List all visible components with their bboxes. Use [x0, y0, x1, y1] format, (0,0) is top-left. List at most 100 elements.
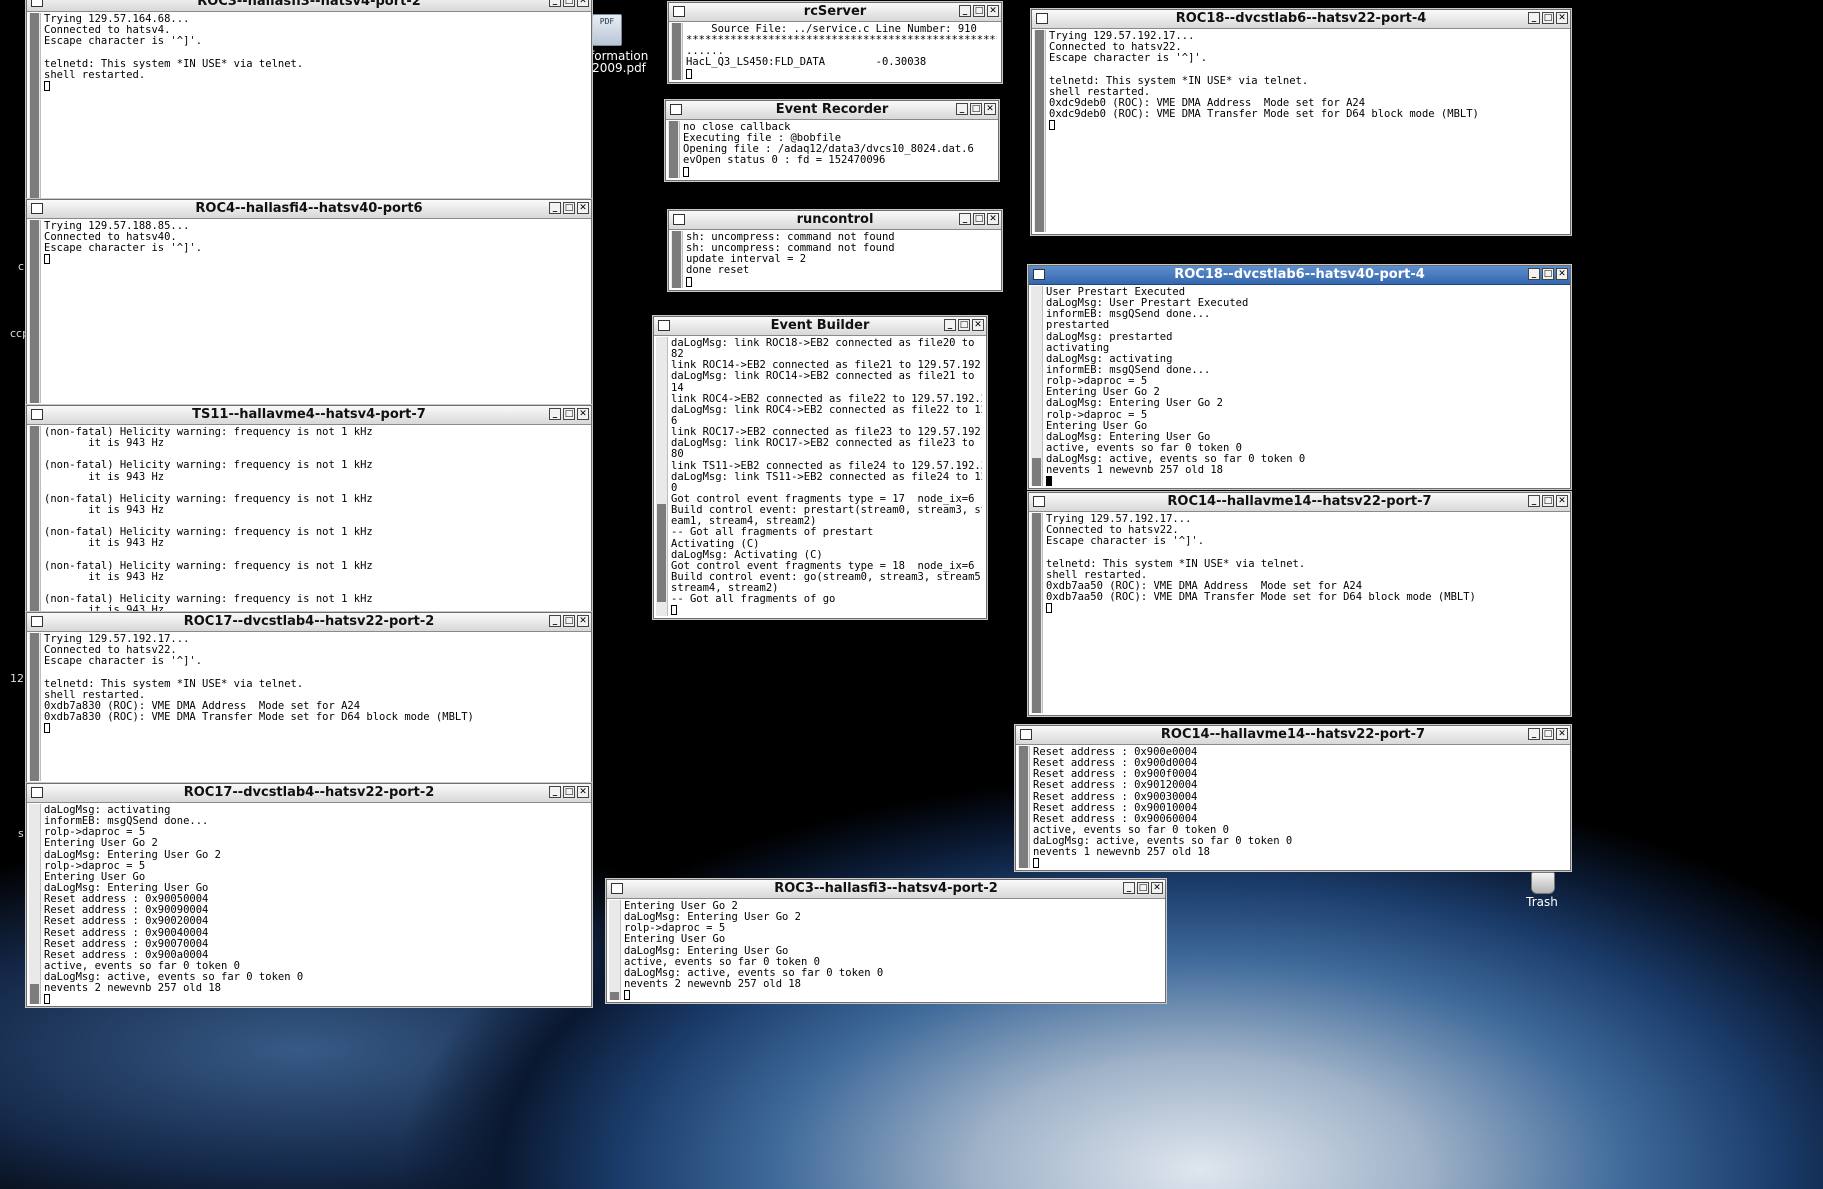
close-icon[interactable]: ✕ — [1151, 882, 1163, 894]
scrollbar-thumb[interactable] — [1035, 30, 1044, 232]
window-titlebar[interactable]: ROC18--dvcstlab6--hatsv40-port-4 _ □ ✕ — [1029, 266, 1570, 285]
maximize-icon[interactable]: □ — [958, 319, 970, 331]
window-titlebar[interactable]: TS11--hallavme4--hatsv4-port-7 _ □ ✕ — [27, 406, 591, 425]
close-icon[interactable]: ✕ — [987, 5, 999, 17]
minimize-icon[interactable]: _ — [1123, 882, 1135, 894]
close-icon[interactable]: ✕ — [1556, 495, 1568, 507]
terminal-window-roc3-bottom[interactable]: ROC3--hallasfi3--hatsv4-port-2 _ □ ✕ Enterin… — [606, 879, 1166, 1003]
terminal-output[interactable]: User Prestart Executed daLogMsg: User Pre… — [1046, 287, 1566, 486]
scrollbar[interactable] — [671, 23, 683, 80]
maximize-icon[interactable]: □ — [563, 786, 575, 798]
maximize-icon[interactable]: □ — [563, 615, 575, 627]
maximize-icon[interactable]: □ — [970, 103, 982, 115]
maximize-icon[interactable]: □ — [973, 213, 985, 225]
maximize-icon[interactable]: □ — [1542, 12, 1554, 24]
minimize-icon[interactable]: _ — [549, 786, 561, 798]
window-titlebar[interactable]: runcontrol _ □ ✕ — [669, 211, 1001, 230]
terminal-window-runcontrol[interactable]: runcontrol _ □ ✕ sh: uncompress: command not… — [668, 210, 1002, 291]
terminal-output[interactable]: Trying 129.57.192.17... Connected to hats… — [1049, 31, 1566, 232]
scrollbar-thumb[interactable] — [672, 23, 681, 80]
minimize-icon[interactable]: _ — [944, 319, 956, 331]
terminal-window-rcserver[interactable]: rcServer _ □ ✕ Source File: ../service.c Li… — [668, 2, 1002, 83]
window-menu-icon[interactable] — [31, 0, 43, 7]
terminal-window-roc14-b[interactable]: ROC14--hallavme14--hatsv22-port-7 _ □ ✕ Rese… — [1015, 725, 1571, 871]
terminal-output[interactable]: no close callback Executing file : @bobfi… — [683, 122, 994, 178]
pdf-file-label[interactable]: formation 2009.pdf — [590, 50, 648, 74]
terminal-output[interactable]: sh: uncompress: command not found sh: unc… — [686, 232, 997, 288]
scrollbar[interactable] — [1034, 30, 1046, 232]
minimize-icon[interactable]: _ — [1528, 268, 1540, 280]
close-icon[interactable]: ✕ — [984, 103, 996, 115]
close-icon[interactable]: ✕ — [577, 615, 589, 627]
minimize-icon[interactable]: _ — [956, 103, 968, 115]
minimize-icon[interactable]: _ — [959, 5, 971, 17]
terminal-window-roc18-a[interactable]: ROC18--dvcstlab6--hatsv22-port-4 _ □ ✕ Tryin… — [1031, 9, 1571, 235]
minimize-icon[interactable]: _ — [959, 213, 971, 225]
terminal-window-roc4[interactable]: ROC4--hallasfi4--hatsv40-port6 _ □ ✕ Trying … — [26, 199, 592, 406]
terminal-output[interactable]: daLogMsg: link ROC18->EB2 connected as f… — [671, 338, 982, 616]
minimize-icon[interactable]: _ — [1528, 728, 1540, 740]
minimize-icon[interactable]: _ — [1528, 12, 1540, 24]
scrollbar-thumb[interactable] — [30, 984, 39, 1004]
maximize-icon[interactable]: □ — [1137, 882, 1149, 894]
terminal-window-ts11[interactable]: TS11--hallavme4--hatsv4-port-7 _ □ ✕ (non-fa… — [26, 405, 592, 614]
window-menu-icon[interactable] — [673, 214, 685, 225]
close-icon[interactable]: ✕ — [987, 213, 999, 225]
window-titlebar[interactable]: ROC17--dvcstlab4--hatsv22-port-2 _ □ ✕ — [27, 784, 591, 803]
window-menu-icon[interactable] — [673, 6, 685, 17]
scrollbar[interactable] — [29, 426, 41, 611]
terminal-output[interactable]: (non-fatal) Helicity warning: frequency … — [44, 427, 587, 611]
close-icon[interactable]: ✕ — [577, 786, 589, 798]
window-menu-icon[interactable] — [31, 787, 43, 798]
close-icon[interactable]: ✕ — [577, 0, 589, 7]
window-titlebar[interactable]: Event Builder _ □ ✕ — [654, 317, 986, 336]
scrollbar-thumb[interactable] — [1019, 746, 1028, 868]
window-titlebar[interactable]: ROC3--hallasfi3--hatsv4-port-2 _ □ ✕ — [607, 880, 1165, 899]
window-menu-icon[interactable] — [31, 616, 43, 627]
scrollbar-thumb[interactable] — [30, 220, 39, 403]
window-menu-icon[interactable] — [670, 104, 682, 115]
close-icon[interactable]: ✕ — [1556, 268, 1568, 280]
minimize-icon[interactable]: _ — [549, 408, 561, 420]
scrollbar-thumb[interactable] — [672, 231, 681, 288]
window-menu-icon[interactable] — [31, 409, 43, 420]
window-menu-icon[interactable] — [1033, 496, 1045, 507]
close-icon[interactable]: ✕ — [972, 319, 984, 331]
maximize-icon[interactable]: □ — [563, 0, 575, 7]
maximize-icon[interactable]: □ — [563, 408, 575, 420]
window-titlebar[interactable]: ROC14--hallavme14--hatsv22-port-7 _ □ ✕ — [1016, 726, 1570, 745]
maximize-icon[interactable]: □ — [973, 5, 985, 17]
close-icon[interactable]: ✕ — [577, 202, 589, 214]
terminal-window-event-builder[interactable]: Event Builder _ □ ✕ daLogMsg: link ROC18->EB… — [653, 316, 987, 619]
window-menu-icon[interactable] — [1033, 269, 1045, 280]
minimize-icon[interactable]: _ — [1528, 495, 1540, 507]
terminal-output[interactable]: Reset address : 0x900e0004 Reset address … — [1033, 747, 1566, 868]
terminal-window-event-recorder[interactable]: Event Recorder _ □ ✕no close callback Execut… — [665, 100, 999, 181]
scrollbar-thumb[interactable] — [1032, 513, 1041, 713]
scrollbar[interactable] — [1031, 513, 1043, 713]
scrollbar-thumb[interactable] — [669, 121, 678, 178]
window-titlebar[interactable]: ROC17--dvcstlab4--hatsv22-port-2 _ □ ✕ — [27, 613, 591, 632]
window-titlebar[interactable]: Event Recorder _ □ ✕ — [666, 101, 998, 120]
terminal-output[interactable]: Trying 129.57.192.17... Connected to hats… — [1046, 514, 1566, 713]
trash-icon[interactable] — [1531, 872, 1555, 894]
scrollbar[interactable] — [29, 13, 41, 198]
window-titlebar[interactable]: ROC18--dvcstlab6--hatsv22-port-4 _ □ ✕ — [1032, 10, 1570, 29]
scrollbar[interactable] — [1031, 286, 1043, 486]
minimize-icon[interactable]: _ — [549, 202, 561, 214]
window-titlebar[interactable]: rcServer _ □ ✕ — [669, 3, 1001, 22]
maximize-icon[interactable]: □ — [1542, 495, 1554, 507]
terminal-output[interactable]: Trying 129.57.188.85... Connected to hats… — [44, 221, 587, 403]
terminal-window-roc17-b[interactable]: ROC17--dvcstlab4--hatsv22-port-2 _ □ ✕ daLog… — [26, 783, 592, 1007]
terminal-window-roc14-a[interactable]: ROC14--hallavme14--hatsv22-port-7 _ □ ✕ Tryi… — [1028, 492, 1571, 716]
window-titlebar[interactable]: ROC14--hallavme14--hatsv22-port-7 _ □ ✕ — [1029, 493, 1570, 512]
maximize-icon[interactable]: □ — [563, 202, 575, 214]
scrollbar[interactable] — [29, 633, 41, 781]
window-menu-icon[interactable] — [611, 883, 623, 894]
scrollbar[interactable] — [29, 804, 41, 1004]
terminal-window-roc18-b[interactable]: ROC18--dvcstlab6--hatsv40-port-4 _ □ ✕ User … — [1028, 265, 1571, 489]
scrollbar[interactable] — [609, 900, 621, 1000]
maximize-icon[interactable]: □ — [1542, 728, 1554, 740]
terminal-output[interactable]: Source File: ../service.c Line Number: 9… — [686, 24, 997, 80]
close-icon[interactable]: ✕ — [1556, 12, 1568, 24]
